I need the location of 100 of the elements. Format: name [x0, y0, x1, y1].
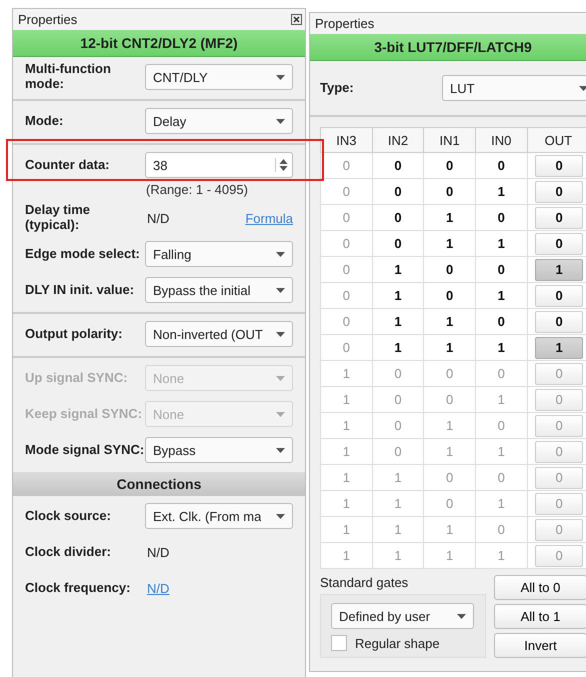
- dropdown[interactable]: Bypass: [145, 437, 293, 463]
- dropdown[interactable]: Bypass the initial: [145, 277, 293, 303]
- table-cell: 0: [320, 204, 372, 230]
- table-cell: 1: [320, 412, 372, 438]
- table-cell: 0: [320, 152, 372, 178]
- dropdown[interactable]: Ext. Clk. (From ma: [145, 503, 293, 529]
- section-header: Connections: [13, 472, 305, 496]
- table-cell: 0: [475, 412, 528, 438]
- action-button[interactable]: Invert: [494, 633, 586, 658]
- output-toggle[interactable]: 0: [535, 284, 584, 306]
- table-cell: 0: [475, 516, 528, 542]
- table-cell: 1: [424, 516, 476, 542]
- table-cell: 1: [475, 490, 528, 516]
- dropdown[interactable]: CNT/DLY: [145, 64, 293, 90]
- number-field[interactable]: 38: [145, 152, 293, 178]
- output-toggle[interactable]: 1: [535, 258, 584, 280]
- caret-icon: [457, 614, 466, 618]
- output-toggle[interactable]: 0: [535, 206, 584, 228]
- table-cell: 0: [424, 360, 476, 386]
- table-cell: 1: [372, 282, 424, 308]
- table-cell: 0: [320, 178, 372, 204]
- output-toggle[interactable]: 0: [535, 232, 584, 254]
- block-header: 12-bit CNT2/DLY2 (MF2): [13, 30, 305, 57]
- output-toggle[interactable]: 1: [535, 336, 584, 358]
- field-label: Multi-function mode:: [25, 62, 112, 92]
- table-cell: 1: [320, 464, 372, 490]
- table-cell: 0: [320, 334, 372, 360]
- dropdown[interactable]: Delay: [145, 108, 293, 134]
- caret-icon: [276, 74, 285, 80]
- table-cell: 1: [372, 256, 424, 282]
- field-label: Delay time (typical):: [25, 203, 92, 233]
- column-header: OUT: [527, 128, 586, 152]
- action-button[interactable]: All to 1: [494, 604, 586, 629]
- field-label: Counter data:: [25, 158, 110, 172]
- table-cell: 0: [475, 308, 528, 334]
- block-header: 3-bit LUT7/DFF/LATCH9: [310, 34, 586, 61]
- column-header: IN3: [320, 128, 372, 152]
- field-label: Clock divider:: [25, 544, 112, 560]
- table-cell: 0: [424, 178, 476, 204]
- checkbox-label: Regular shape: [355, 636, 440, 650]
- caret-icon: [276, 412, 285, 416]
- output-toggle[interactable]: 0: [535, 154, 584, 176]
- table-cell: 0: [320, 256, 372, 282]
- caret-icon: [276, 332, 285, 336]
- field-label: Keep signal SYNC:: [25, 406, 144, 422]
- table-cell: 1: [475, 230, 528, 256]
- table-cell: 1: [372, 542, 424, 568]
- field-value: N/D: [147, 544, 170, 560]
- table-cell: 0: [372, 152, 424, 178]
- table-cell: 1: [475, 386, 528, 412]
- table-cell: 0: [372, 178, 424, 204]
- table-cell: 0: [320, 230, 372, 256]
- table-cell: 1: [475, 334, 528, 360]
- table-cell: 0: [424, 386, 476, 412]
- output-toggle[interactable]: 0: [535, 180, 584, 202]
- group-label: Standard gates: [320, 575, 410, 590]
- action-button[interactable]: All to 0: [494, 575, 586, 600]
- column-header: IN2: [372, 128, 424, 152]
- caret-icon: [276, 448, 285, 452]
- table-cell: 0: [475, 204, 528, 230]
- table-cell: 0: [372, 230, 424, 256]
- caret-icon: [579, 86, 586, 90]
- formula-link[interactable]: Formula: [245, 210, 293, 226]
- table-cell: 1: [424, 308, 476, 334]
- field-label: Clock frequency:: [25, 580, 132, 596]
- table-cell: 0: [372, 438, 424, 464]
- caret-icon: [276, 376, 285, 380]
- column-header: IN0: [475, 128, 528, 152]
- table-cell: 1: [320, 386, 372, 412]
- table-cell: 1: [424, 542, 476, 568]
- spin-arrows-icon[interactable]: [275, 158, 288, 172]
- table-cell: 0: [475, 256, 528, 282]
- table-cell: 0: [372, 360, 424, 386]
- table-cell: 1: [424, 334, 476, 360]
- dropdown[interactable]: Defined by user: [331, 603, 474, 629]
- table-cell: 1: [320, 516, 372, 542]
- table-cell: 1: [424, 204, 476, 230]
- table-cell: 0: [475, 360, 528, 386]
- table-cell: 1: [320, 542, 372, 568]
- table-cell: 1: [372, 464, 424, 490]
- close-icon[interactable]: [291, 14, 302, 25]
- table-cell: 0: [475, 152, 528, 178]
- frequency-link[interactable]: N/D: [147, 580, 170, 596]
- caret-icon: [276, 118, 285, 124]
- dropdown[interactable]: Non-inverted (OUT: [145, 321, 293, 347]
- checkbox[interactable]: [331, 635, 347, 651]
- table-cell: 0: [372, 412, 424, 438]
- dropdown[interactable]: Falling: [145, 241, 293, 267]
- table-cell: 1: [320, 490, 372, 516]
- range-hint: (Range: 1 - 4095): [146, 182, 249, 197]
- table-cell: 0: [475, 464, 528, 490]
- output-toggle[interactable]: 0: [535, 310, 584, 332]
- panel-title: Properties: [18, 12, 78, 27]
- dropdown[interactable]: LUT: [442, 75, 586, 101]
- caret-icon: [276, 514, 285, 518]
- field-label: Mode signal SYNC:: [25, 442, 145, 458]
- table-cell: 0: [372, 204, 424, 230]
- field-label: Mode:: [25, 114, 64, 128]
- table-cell: 1: [320, 438, 372, 464]
- field-label: Clock source:: [25, 508, 112, 524]
